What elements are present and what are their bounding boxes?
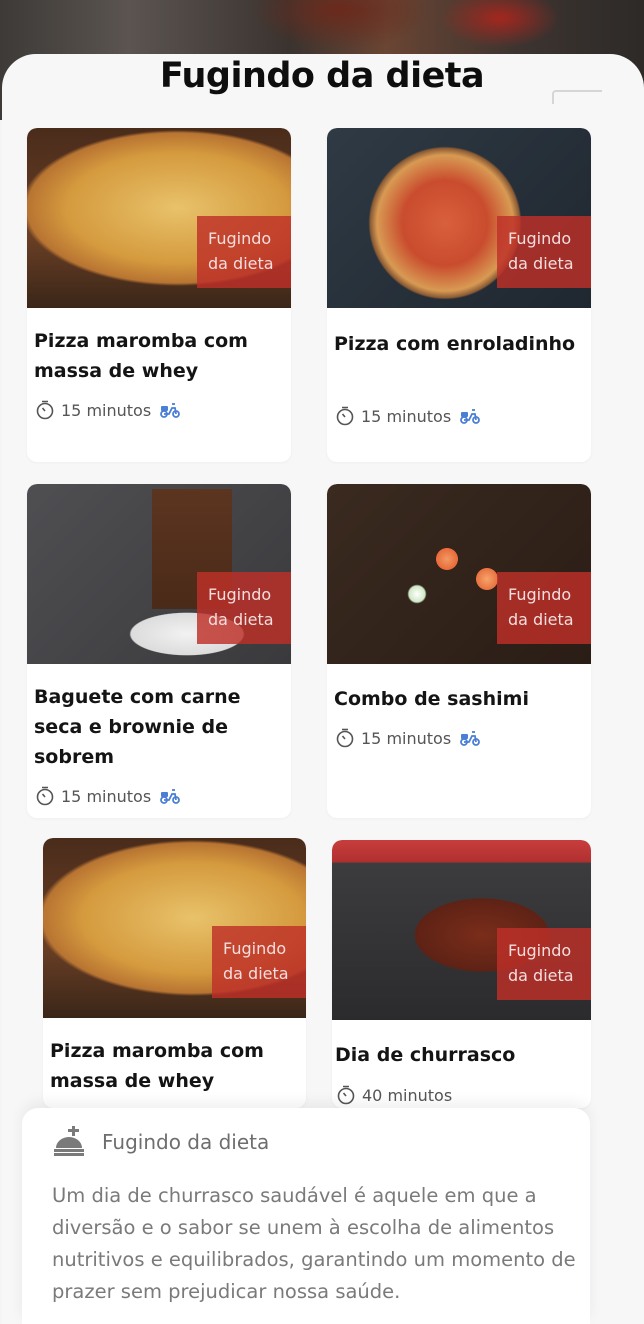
recipe-image: Fugindo da dieta xyxy=(27,484,291,664)
recipe-card[interactable]: Fugindo da dieta Pizza maromba com massa… xyxy=(43,838,306,1108)
food-tray-icon xyxy=(54,1126,84,1156)
recipe-card[interactable]: Fugindo da dieta Pizza com enroladinho 1… xyxy=(327,128,591,462)
recipe-title: Combo de sashimi xyxy=(334,688,529,710)
page-title: Fugindo da dieta xyxy=(159,56,485,96)
recipe-image: Fugindo da dieta xyxy=(332,840,591,1020)
recipe-category-tag: Fugindo da dieta xyxy=(497,572,591,644)
recipe-card[interactable]: Fugindo da dieta Baguete com carne seca … xyxy=(27,484,291,818)
delivery-moto-icon xyxy=(160,403,181,418)
delivery-moto-icon xyxy=(460,731,481,746)
recipe-time: 15 minutos xyxy=(61,786,152,806)
recipe-title: Pizza com enroladinho xyxy=(334,333,576,355)
recipe-image: Fugindo da dieta xyxy=(27,128,291,308)
recipe-category-tag: Fugindo da dieta xyxy=(197,572,291,644)
recipe-meta: 15 minutos xyxy=(335,728,481,748)
info-category-label: Fugindo da dieta xyxy=(102,1130,270,1154)
recipe-time: 15 minutos xyxy=(361,406,452,426)
recipe-category-tag: Fugindo da dieta xyxy=(197,216,291,288)
delivery-moto-icon xyxy=(460,409,481,424)
recipe-card[interactable]: Fugindo da dieta Dia de churrasco 40 min… xyxy=(332,840,591,1108)
recipe-card[interactable]: Fugindo da dieta Pizza maromba com massa… xyxy=(27,128,291,462)
recipe-time: 15 minutos xyxy=(61,400,152,420)
recipe-description: Um dia de churrasco saudável é aquele em… xyxy=(52,1184,576,1303)
recipe-category-tag: Fugindo da dieta xyxy=(212,926,306,998)
recipe-time: 15 minutos xyxy=(361,728,452,748)
recipe-image: Fugindo da dieta xyxy=(327,128,591,308)
recipe-title: Pizza maromba com massa de whey xyxy=(50,1040,264,1092)
recipe-meta: 15 minutos xyxy=(35,786,181,806)
timer-icon xyxy=(36,400,54,420)
recipe-category-tag: Fugindo da dieta xyxy=(497,216,591,288)
recipe-title: Dia de churrasco xyxy=(335,1044,516,1066)
recipe-meta: 15 minutos xyxy=(35,400,181,420)
recipe-card[interactable]: Fugindo da dieta Combo de sashimi 15 min… xyxy=(327,484,591,818)
timer-icon xyxy=(336,728,354,748)
info-category-row: Fugindo da dieta xyxy=(52,1124,269,1160)
recipe-image: Fugindo da dieta xyxy=(327,484,591,664)
recipe-image: Fugindo da dieta xyxy=(43,838,306,1018)
recipe-info-panel: Fugindo da dieta Um dia de churrasco sau… xyxy=(22,1108,590,1324)
timer-icon xyxy=(337,1085,355,1105)
timer-icon xyxy=(36,786,54,806)
recipe-meta: 15 minutos xyxy=(335,406,481,426)
recipe-category-tag: Fugindo da dieta xyxy=(497,928,591,1000)
sheet-drag-handle[interactable] xyxy=(552,90,602,104)
recipe-title: Baguete com carne seca e brownie de sobr… xyxy=(34,686,241,768)
recipe-meta: 40 minutos xyxy=(336,1085,452,1105)
delivery-moto-icon xyxy=(160,789,181,804)
recipe-time: 40 minutos xyxy=(362,1085,453,1105)
recipe-title: Pizza maromba com massa de whey xyxy=(34,330,248,382)
timer-icon xyxy=(336,406,354,426)
